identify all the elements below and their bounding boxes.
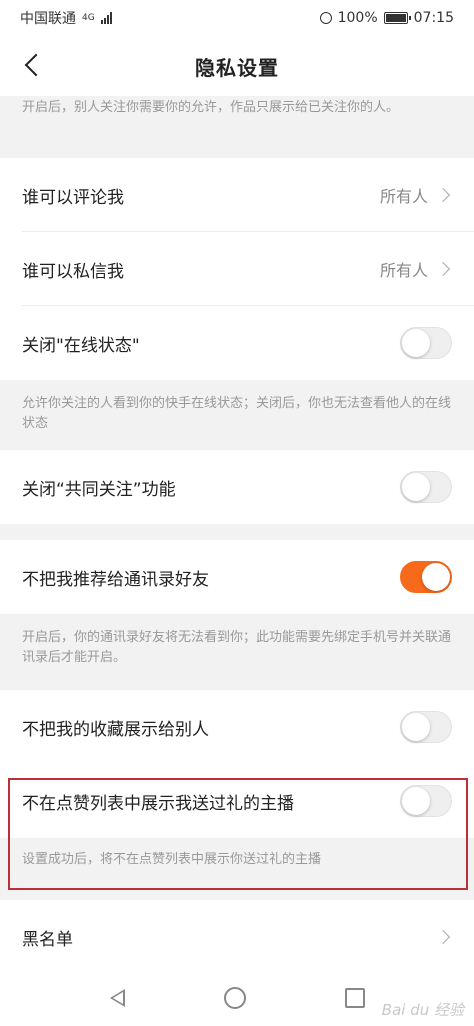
settings-list: 开启后，别人关注你需要你的允许，作品只展示给已关注你的人。 谁可以评论我 所有人… [0, 96, 474, 974]
battery-percent: 100% [337, 10, 378, 26]
alarm-icon [319, 12, 332, 24]
online-status-label: 关闭"在线状态" [22, 335, 140, 356]
favorites-row: 不把我的收藏展示给别人 [0, 690, 474, 764]
message-permission-label: 谁可以私信我 [22, 261, 124, 282]
message-permission-value-group: 所有人 [380, 257, 452, 281]
blacklist-row[interactable]: 黑名单 [0, 900, 474, 974]
comment-permission-label: 谁可以评论我 [22, 187, 124, 208]
back-button[interactable] [18, 50, 48, 80]
favorites-toggle[interactable] [400, 711, 452, 743]
gift-anchor-label: 不在点赞列表中展示我送过礼的主播 [22, 793, 294, 814]
mutual-follow-toggle[interactable] [400, 471, 452, 503]
chevron-right-icon [435, 187, 451, 203]
message-permission-value: 所有人 [379, 261, 428, 280]
mutual-follow-label: 关闭“共同关注”功能 [22, 479, 176, 500]
gift-anchor-row: 不在点赞列表中展示我送过礼的主播 [0, 764, 474, 838]
status-right: 100% 07:15 [319, 10, 454, 26]
page-title: 隐私设置 [195, 55, 279, 80]
nav-back-icon[interactable] [109, 989, 125, 1007]
comment-permission-row[interactable]: 谁可以评论我 所有人 [0, 158, 474, 232]
recommend-contacts-note: 开启后，你的通讯录好友将无法看到你；此功能需要先绑定手机号并关联通讯录后才能开启… [0, 614, 474, 684]
gift-anchor-note: 设置成功后，将不在点赞列表中展示你送过礼的主播 [0, 838, 474, 888]
top-note: 开启后，别人关注你需要你的允许，作品只展示给已关注你的人。 [0, 96, 474, 158]
section-gap [0, 888, 474, 900]
online-status-toggle[interactable] [400, 327, 452, 359]
recommend-contacts-label: 不把我推荐给通讯录好友 [22, 569, 209, 590]
watermark: Bai du 经验 [381, 1001, 464, 1019]
clock: 07:15 [413, 10, 454, 26]
comment-permission-value: 所有人 [379, 187, 428, 206]
favorites-label: 不把我的收藏展示给别人 [22, 719, 209, 740]
message-permission-row[interactable]: 谁可以私信我 所有人 [0, 232, 474, 306]
chevron-right-icon [435, 929, 451, 945]
online-status-note: 允许你关注的人看到你的快手在线状态；关闭后，你也无法查看他人的在线状态 [0, 380, 474, 450]
recommend-contacts-toggle[interactable] [400, 561, 452, 593]
nav-recent-icon[interactable] [344, 988, 365, 1008]
nav-home-icon[interactable] [223, 987, 246, 1009]
recommend-contacts-row: 不把我推荐给通讯录好友 [0, 540, 474, 614]
online-status-row: 关闭"在线状态" [0, 306, 474, 380]
blacklist-label: 黑名单 [22, 929, 73, 950]
battery-icon [383, 12, 411, 24]
comment-permission-value-group: 所有人 [380, 183, 452, 207]
status-bar: 中国联通 4G 100% 07:15 [0, 0, 474, 36]
gift-anchor-toggle[interactable] [400, 785, 452, 817]
chevron-right-icon [435, 261, 451, 277]
status-left: 中国联通 4G [20, 8, 112, 28]
mutual-follow-row: 关闭“共同关注”功能 [0, 450, 474, 524]
nav-bar: 隐私设置 [0, 36, 474, 96]
chevron-left-icon [24, 53, 48, 77]
network-type: 4G [82, 13, 95, 23]
signal-icon [100, 12, 112, 24]
carrier-name: 中国联通 [20, 11, 76, 27]
section-gap [0, 524, 474, 540]
